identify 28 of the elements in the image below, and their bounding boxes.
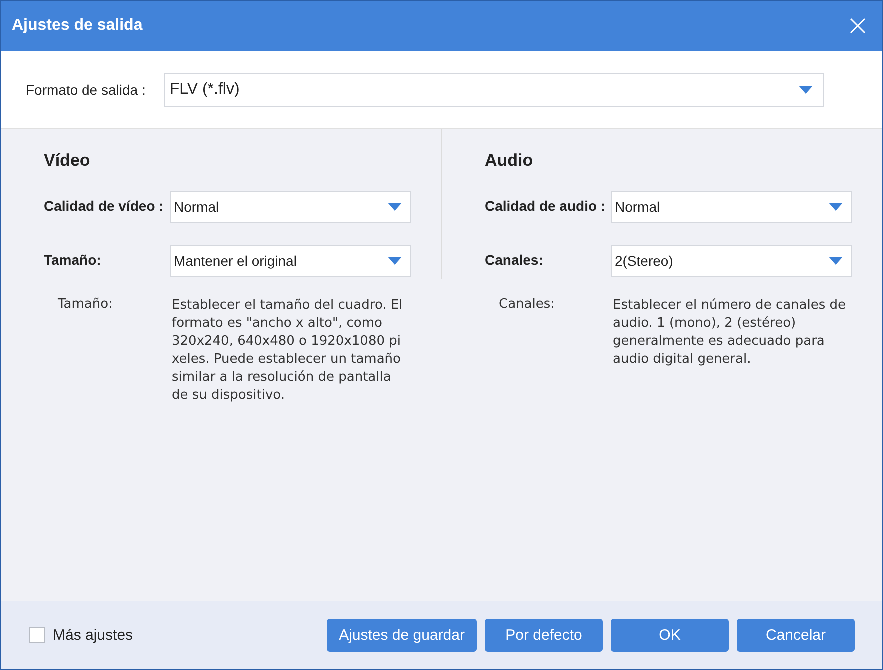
dropdown[interactable]: FLV (*.flv) <box>164 72 824 106</box>
close-icon[interactable] <box>848 16 868 36</box>
help-label: Canales: <box>498 297 556 314</box>
dropdown-caret-icon <box>829 257 843 265</box>
field-label: Calidad de audio : <box>485 197 607 214</box>
field-label: Tamaño: <box>44 251 102 268</box>
dialog-button[interactable]: Cancelar <box>737 618 855 652</box>
section-heading: Vídeo <box>44 151 92 171</box>
dialog-button[interactable]: Ajustes de guardar <box>327 618 477 652</box>
window-title: Ajustes de salida <box>12 17 143 35</box>
dialog-button[interactable]: Por defecto <box>485 618 603 652</box>
dropdown[interactable]: Mantener el original <box>170 245 411 277</box>
more-settings-checkbox[interactable]: Más ajustes <box>29 626 134 644</box>
field-label: Canales: <box>485 251 544 268</box>
dropdown[interactable]: Normal <box>611 191 852 223</box>
dropdown[interactable]: Normal <box>170 191 411 223</box>
dropdown-caret-icon <box>388 203 402 211</box>
field-label: Calidad de vídeo : <box>44 197 165 214</box>
section-heading: Audio <box>485 151 534 171</box>
dropdown-caret-icon <box>799 86 813 94</box>
dropdown-caret-icon <box>829 203 843 211</box>
dropdown[interactable]: 2(Stereo) <box>611 245 852 277</box>
dropdown-caret-icon <box>388 257 402 265</box>
help-label: Tamaño: <box>57 297 114 314</box>
help-text: Establecer el tamaño del cuadro. El formato es "ancho x alto", como 320x240, 640x480 o 1920x1080 pi xeles. Puede establecer un tamaño similar a la resolución de pantalla de su dispositivo. <box>172 297 404 405</box>
help-text: Establecer el número de canales de audio. 1 (mono), 2 (estéreo) generalmente es adecuado para audio digital general. <box>613 297 848 369</box>
field-label: Formato de salida : <box>26 82 146 98</box>
dialog-button[interactable]: OK <box>611 618 729 652</box>
